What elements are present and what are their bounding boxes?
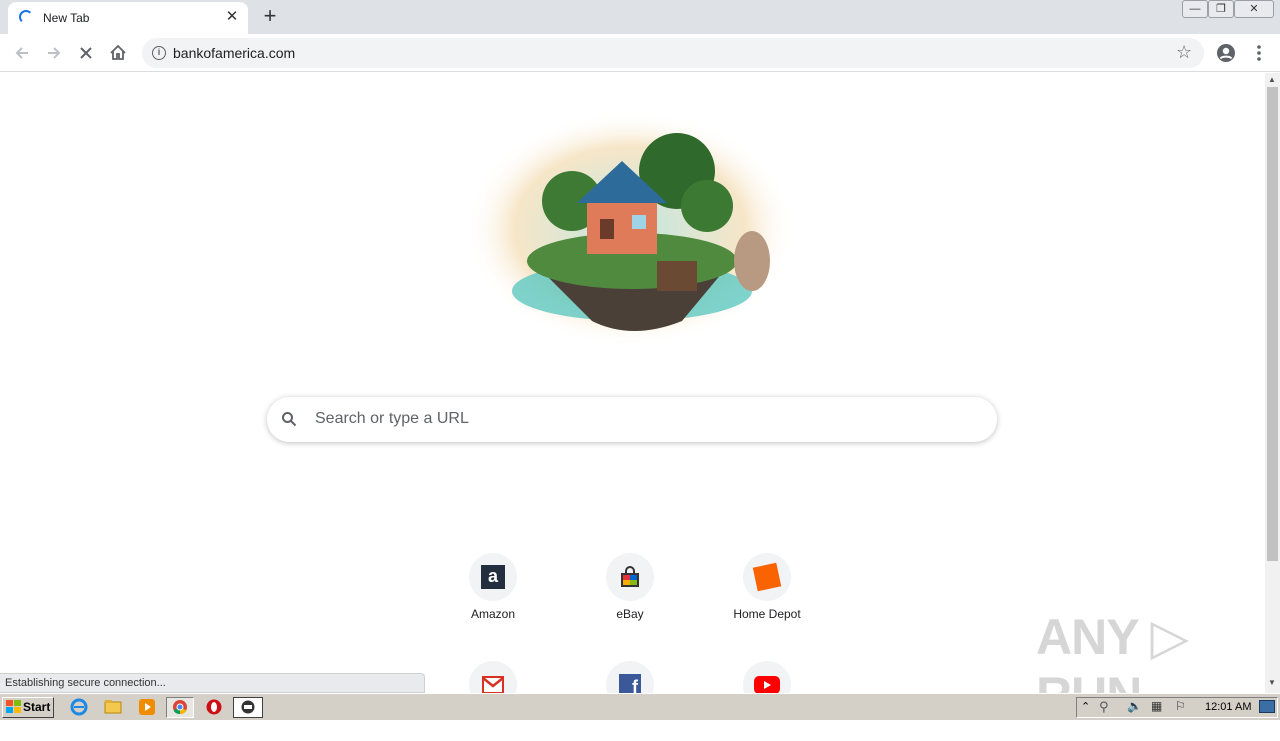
loading-spinner-icon: [19, 10, 33, 24]
home-icon: [110, 44, 126, 60]
opera-icon[interactable]: [205, 698, 225, 716]
tray-expand-icon[interactable]: ⌃: [1081, 700, 1090, 713]
status-bubble: Establishing secure connection...: [0, 673, 425, 693]
stop-x-icon: [80, 47, 92, 59]
tab-new-tab[interactable]: New Tab ✕: [8, 2, 248, 34]
clock[interactable]: 12:01 AM: [1205, 701, 1251, 713]
system-tray: ⌃ ⚲ 🔈 ▦ ⚐ 12:01 AM: [1076, 697, 1278, 718]
gmail-icon: [482, 676, 504, 694]
shortcut-ebay[interactable]: eBay: [575, 553, 685, 633]
menu-button[interactable]: [1246, 40, 1272, 66]
new-tab-button[interactable]: +: [258, 4, 282, 28]
start-button[interactable]: Start: [2, 697, 54, 718]
back-button[interactable]: [9, 40, 35, 66]
network-icon[interactable]: ▦: [1151, 699, 1162, 713]
restore-button[interactable]: ❐: [1208, 0, 1234, 18]
shortcut-amazon[interactable]: a Amazon: [438, 553, 548, 633]
search-tray-icon[interactable]: ⚲: [1099, 699, 1109, 715]
home-depot-icon: [752, 562, 782, 592]
home-button[interactable]: [105, 40, 131, 66]
internet-explorer-icon[interactable]: [70, 698, 90, 716]
profile-button[interactable]: [1213, 40, 1239, 66]
new-tab-page: Search or type a URL a Amazon eBay Home …: [0, 73, 1265, 709]
search-input[interactable]: Search or type a URL: [315, 410, 469, 428]
ebay-icon: [621, 566, 639, 587]
action-center-flag-icon[interactable]: ⚐: [1175, 699, 1186, 713]
volume-icon[interactable]: 🔈: [1127, 699, 1142, 713]
forward-button[interactable]: [41, 40, 67, 66]
search-icon: [282, 412, 297, 427]
profile-avatar-icon: [1217, 44, 1235, 62]
shortcut-label: eBay: [616, 607, 644, 621]
page-scrollbar[interactable]: ▲ ▼: [1265, 73, 1280, 693]
youtube-icon: [754, 676, 780, 694]
stop-button[interactable]: [73, 40, 99, 66]
kebab-menu-icon: [1257, 45, 1261, 61]
app-window-icon: [241, 700, 255, 714]
windows-taskbar: Start ⌃ ⚲ 🔈 ▦ ⚐ 12:01 AM: [0, 693, 1280, 720]
bookmark-star-icon[interactable]: ☆: [1176, 42, 1192, 63]
forward-arrow-icon: [48, 47, 61, 59]
info-icon[interactable]: i: [152, 46, 166, 60]
browser-toolbar: i bankofamerica.com ☆: [0, 34, 1280, 72]
scroll-up-icon[interactable]: ▲: [1268, 75, 1276, 84]
back-arrow-icon: [15, 47, 28, 59]
file-explorer-icon[interactable]: [104, 698, 124, 716]
search-box[interactable]: Search or type a URL: [267, 397, 997, 442]
close-window-button[interactable]: ✕: [1234, 0, 1274, 18]
tab-title: New Tab: [43, 11, 90, 25]
chrome-taskbar-button[interactable]: [166, 697, 194, 718]
chrome-icon: [173, 700, 187, 715]
tab-close-icon[interactable]: ✕: [224, 8, 240, 26]
shortcut-label: Home Depot: [733, 607, 801, 621]
start-label: Start: [23, 700, 51, 714]
shortcut-label: Amazon: [470, 607, 516, 621]
url-text[interactable]: bankofamerica.com: [173, 45, 295, 61]
media-player-icon[interactable]: [138, 698, 158, 716]
shortcut-home-depot[interactable]: Home Depot: [712, 553, 822, 633]
windows-logo-icon: [6, 700, 21, 713]
scroll-thumb[interactable]: [1267, 87, 1278, 561]
show-desktop-icon[interactable]: [1259, 700, 1275, 713]
floating-island-doodle[interactable]: [462, 111, 798, 351]
minimize-button[interactable]: —: [1182, 0, 1208, 18]
tab-strip: New Tab ✕ + — ❐ ✕: [0, 0, 1280, 34]
active-app-taskbar-button[interactable]: [233, 697, 263, 718]
amazon-icon: a: [481, 565, 505, 589]
address-bar[interactable]: i bankofamerica.com ☆: [142, 38, 1204, 68]
